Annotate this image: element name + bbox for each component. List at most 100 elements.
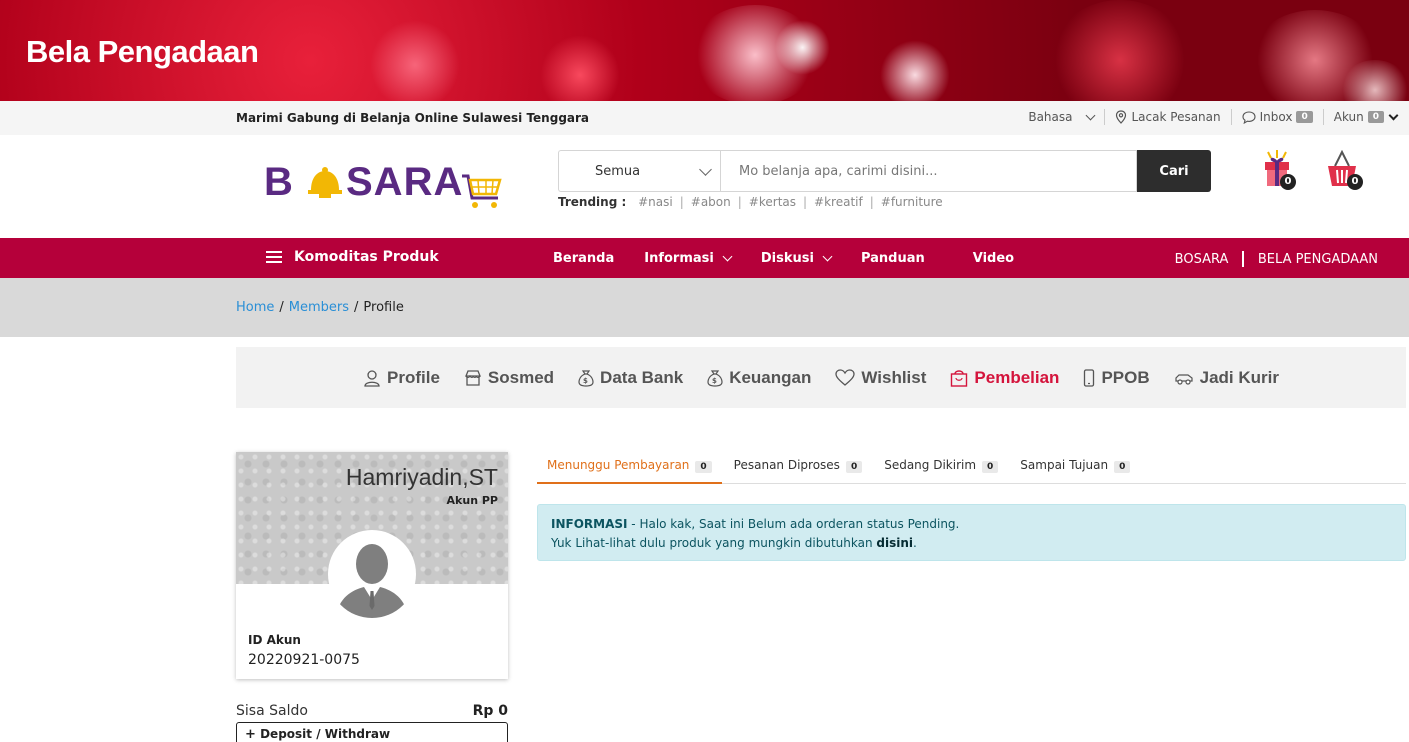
search-input[interactable] <box>720 150 1137 192</box>
order-status-tabs: Menunggu Pembayaran 0 Pesanan Diproses 0 S… <box>537 452 1406 484</box>
nav-item-diskusi[interactable]: Diskusi <box>760 251 833 266</box>
alert-title: INFORMASI <box>551 517 628 531</box>
bosara-link[interactable]: BOSARA <box>1175 252 1229 267</box>
account-label: Akun <box>1333 110 1364 124</box>
main-nav: Komoditas Produk Beranda Informasi Disku… <box>0 238 1409 278</box>
tagline: Marimi Gabung di Belanja Online Sulawesi… <box>236 111 590 125</box>
tab-pembelian[interactable]: Pembelian <box>950 368 1059 388</box>
tab-profile[interactable]: Profile <box>363 368 440 388</box>
breadcrumb-current: Profile <box>363 300 404 315</box>
nav-item-panduan[interactable]: Panduan <box>861 251 925 266</box>
language-select[interactable]: Bahasa <box>1028 110 1095 124</box>
trending-tag[interactable]: #kreatif <box>814 195 863 209</box>
trending-tag[interactable]: #furniture <box>881 195 943 209</box>
track-order-link[interactable]: Lacak Pesanan <box>1115 110 1221 124</box>
nav-item-video[interactable]: Video <box>973 251 1014 266</box>
tab-count-badge: 0 <box>845 461 863 473</box>
tab-ppob[interactable]: PPOB <box>1083 367 1150 388</box>
bosara-logo[interactable]: B SARA <box>264 156 504 216</box>
breadcrumb-home[interactable]: Home <box>236 300 274 315</box>
breadcrumb-bar: Home / Members / Profile <box>0 278 1409 337</box>
nav-item-label: Diskusi <box>760 251 814 266</box>
cart-button[interactable]: 0 <box>1325 149 1365 190</box>
trending-tag[interactable]: #abon <box>691 195 731 209</box>
inbox-count-badge: 0 <box>1296 111 1313 123</box>
nav-item-label: Informasi <box>644 251 714 266</box>
account-id-value: 20220921-0075 <box>248 652 360 668</box>
banner-title: Bela Pengadaan <box>26 34 259 69</box>
track-order-label: Lacak Pesanan <box>1131 110 1221 124</box>
chevron-down-icon <box>1085 110 1095 120</box>
search-button[interactable]: Cari <box>1137 150 1211 192</box>
trending-label: Trending : <box>558 195 627 209</box>
alert-message-2: Yuk Lihat-lihat dulu produk yang mungkin… <box>551 536 877 550</box>
tab-sampai-tujuan[interactable]: Sampai Tujuan 0 <box>1010 452 1140 484</box>
store-icon <box>464 369 481 386</box>
balance-label: Sisa Saldo <box>236 703 308 719</box>
account-type: Akun PP <box>446 494 498 507</box>
tab-jadi-kurir[interactable]: Jadi Kurir <box>1174 368 1279 388</box>
commodity-menu-button[interactable]: Komoditas Produk <box>266 249 439 265</box>
top-links: Bahasa Lacak Pesanan Inbox 0 Akun 0 <box>1028 109 1399 125</box>
trending-tag[interactable]: #kertas <box>749 195 796 209</box>
nav-right-links: BOSARA BELA PENGADAAN <box>1175 251 1378 267</box>
tab-label: Data Bank <box>600 367 684 387</box>
tab-label: Wishlist <box>861 367 927 387</box>
account-menu[interactable]: Akun 0 <box>1333 110 1399 124</box>
shopping-bag-icon <box>951 369 968 387</box>
trending-tag[interactable]: #nasi <box>638 195 673 209</box>
inbox-link[interactable]: Inbox 0 <box>1242 110 1313 124</box>
svg-text:$: $ <box>583 377 588 385</box>
svg-text:$: $ <box>712 377 717 385</box>
tab-menunggu-pembayaran[interactable]: Menunggu Pembayaran 0 <box>537 452 722 484</box>
category-select[interactable]: Semua <box>558 150 720 192</box>
nav-menu: Beranda Informasi Diskusi Panduan Video <box>553 251 1044 266</box>
chevron-down-icon <box>1388 110 1399 120</box>
category-value: Semua <box>595 163 641 179</box>
breadcrumb-members[interactable]: Members <box>289 300 349 315</box>
tab-sosmed[interactable]: Sosmed <box>464 368 554 388</box>
mobile-phone-icon <box>1084 368 1095 387</box>
location-pin-icon <box>1115 110 1126 124</box>
tab-label: Sedang Dikirim <box>884 458 977 472</box>
nav-item-label: Panduan <box>860 251 925 266</box>
search-bar: Semua Cari <box>558 150 1211 192</box>
language-label: Bahasa <box>1028 110 1073 124</box>
alert-end: . <box>913 536 917 550</box>
cart-logo-icon <box>462 174 502 208</box>
gift-button[interactable]: 0 <box>1262 150 1298 190</box>
plus-icon: + <box>245 727 256 742</box>
bela-pengadaan-link[interactable]: BELA PENGADAAN <box>1258 252 1378 267</box>
user-icon <box>364 369 380 387</box>
tab-keuangan[interactable]: $ Keuangan <box>707 368 811 388</box>
nav-item-label: Beranda <box>553 251 615 266</box>
tab-label: Sosmed <box>487 367 555 387</box>
nav-item-informasi[interactable]: Informasi <box>644 251 733 266</box>
tab-data-bank[interactable]: $ Data Bank <box>578 368 683 388</box>
balance-row: Sisa Saldo Rp 0 <box>236 703 508 719</box>
tab-count-badge: 0 <box>1114 461 1131 473</box>
tab-pesanan-diproses[interactable]: Pesanan Diproses 0 <box>724 452 873 484</box>
tab-label: Pembelian <box>974 367 1060 387</box>
inbox-label: Inbox <box>1259 110 1293 124</box>
tab-label: Pesanan Diproses <box>733 458 840 472</box>
heart-icon <box>835 368 856 386</box>
alert-link[interactable]: disini <box>876 536 913 550</box>
chevron-down-icon <box>822 251 833 262</box>
commodity-menu-label: Komoditas Produk <box>294 249 439 265</box>
tab-sedang-dikirim[interactable]: Sedang Dikirim 0 <box>874 452 1008 484</box>
car-icon <box>1175 373 1193 385</box>
tab-label: Sampai Tujuan <box>1020 458 1109 472</box>
deposit-withdraw-button[interactable]: + Deposit / Withdraw <box>236 722 508 742</box>
hero-banner: Bela Pengadaan <box>0 0 1409 101</box>
nav-item-beranda[interactable]: Beranda <box>553 251 614 266</box>
tab-wishlist[interactable]: Wishlist <box>835 368 926 388</box>
money-bag-icon: $ <box>707 369 723 387</box>
deposit-withdraw-label: Deposit / Withdraw <box>260 727 391 741</box>
tab-label: PPOB <box>1101 367 1150 387</box>
bell-icon <box>308 167 342 198</box>
tab-label: Keuangan <box>729 367 812 387</box>
money-bag-icon: $ <box>578 369 594 387</box>
chevron-down-icon <box>722 251 733 262</box>
alert-line-1: INFORMASI - Halo kak, Saat ini Belum ada… <box>551 515 1392 534</box>
